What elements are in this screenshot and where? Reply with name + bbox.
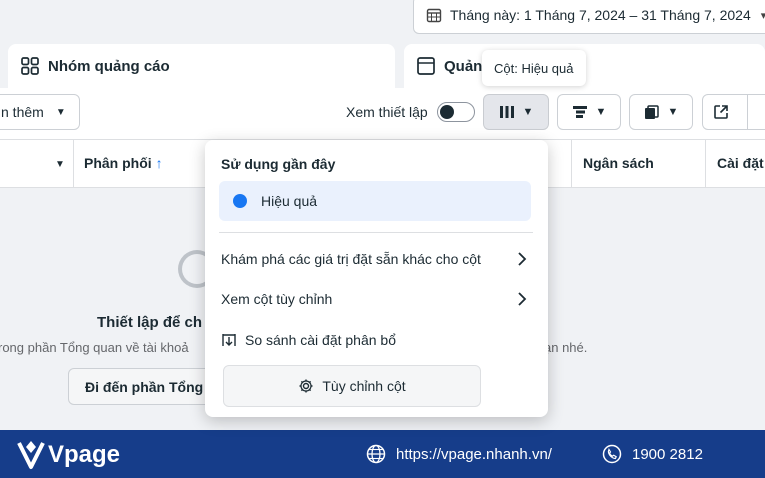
footer-banner: Vpage https://vpage.nhanh.vn/ 1900 2812 xyxy=(0,430,765,478)
column-settings[interactable]: Cài đặt xyxy=(717,155,764,171)
view-setting-label: Xem thiết lập xyxy=(346,104,428,120)
phone-icon xyxy=(602,444,622,464)
tab-label: Quản xyxy=(444,57,483,75)
column-budget[interactable]: Ngân sách xyxy=(583,155,654,171)
columns-tooltip: Cột: Hiệu quả xyxy=(482,50,586,86)
website-url: https://vpage.nhanh.vn/ xyxy=(396,445,552,463)
menu-item-label: Xem cột tùy chỉnh xyxy=(221,291,333,307)
caret-down-icon: ▼ xyxy=(667,106,679,118)
customize-columns-button[interactable]: Tùy chỉnh cột xyxy=(223,365,481,407)
more-button[interactable]: n thêm ▼ xyxy=(0,94,80,130)
view-setting-toggle[interactable] xyxy=(437,102,475,122)
menu-item-compare-allocation[interactable]: So sánh cài đặt phân bổ xyxy=(221,325,527,355)
column-divider xyxy=(73,140,74,188)
columns-icon xyxy=(499,106,514,118)
column-distribution[interactable]: Phân phối ↑ xyxy=(84,155,163,171)
square-icon xyxy=(417,57,435,75)
empty-state-description: rong phần Tổng quan về tài khoả xyxy=(0,340,189,355)
menu-item-label: Hiệu quả xyxy=(261,193,318,209)
sort-caret-icon[interactable]: ▼ xyxy=(55,159,65,170)
date-range-picker[interactable]: Tháng này: 1 Tháng 7, 2024 – 31 Tháng 7,… xyxy=(413,0,765,34)
column-divider xyxy=(705,140,706,188)
menu-item-performance[interactable]: Hiệu quả xyxy=(219,181,531,221)
menu-item-explore-presets[interactable]: Khám phá các giá trị đặt sẵn khác cho cộ… xyxy=(221,244,527,274)
sort-arrow-up-icon: ↑ xyxy=(155,155,163,171)
chevron-down-icon: ▾ xyxy=(760,9,765,22)
compare-icon xyxy=(222,334,236,346)
tab-label: Nhóm quảng cáo xyxy=(48,57,170,75)
brand-name: Vpage xyxy=(48,441,121,468)
brand-logo: Vpage xyxy=(16,439,120,471)
tab-ad-sets[interactable]: Nhóm quảng cáo xyxy=(8,44,395,88)
reports-icon xyxy=(644,104,659,119)
calendar-icon xyxy=(426,8,442,23)
button-divider xyxy=(747,94,748,130)
caret-down-icon: ▼ xyxy=(522,106,534,118)
radio-selected-icon xyxy=(233,194,247,208)
empty-state-description-tail: ạn nhé. xyxy=(544,340,588,355)
phone-number: 1900 2812 xyxy=(632,445,703,463)
chevron-right-icon xyxy=(518,292,527,306)
empty-state-title: Thiết lập để ch xyxy=(97,314,203,331)
columns-dropdown-menu: Sử dụng gần đây Hiệu quả Khám phá các gi… xyxy=(205,140,548,417)
customize-columns-label: Tùy chỉnh cột xyxy=(322,378,406,394)
menu-item-label: So sánh cài đặt phân bổ xyxy=(245,332,397,348)
globe-icon xyxy=(366,444,386,464)
breakdown-icon xyxy=(572,106,587,118)
top-band: Tháng này: 1 Tháng 7, 2024 – 31 Tháng 7,… xyxy=(0,0,765,36)
menu-divider xyxy=(219,232,533,233)
caret-down-icon: ▼ xyxy=(595,106,607,118)
reports-button[interactable]: ▼ xyxy=(629,94,693,130)
menu-item-label: Khám phá các giá trị đặt sẵn khác cho cộ… xyxy=(221,251,481,267)
export-button[interactable]: ▼ xyxy=(702,94,765,130)
toggle-knob xyxy=(440,105,454,119)
grid-icon xyxy=(21,57,39,75)
chevron-right-icon xyxy=(518,252,527,266)
menu-heading: Sử dụng gần đây xyxy=(221,156,336,172)
export-icon xyxy=(714,105,728,119)
vpage-logo-icon xyxy=(17,441,45,469)
column-distribution-label: Phân phối xyxy=(84,155,152,171)
columns-button[interactable]: ▼ xyxy=(483,94,549,130)
gear-icon xyxy=(299,379,313,393)
menu-item-custom-columns[interactable]: Xem cột tùy chỉnh xyxy=(221,284,527,314)
toolbar: n thêm ▼ Xem thiết lập ▼ ▼ ▼ ▼ xyxy=(0,88,765,140)
phone-link[interactable]: 1900 2812 xyxy=(602,444,703,464)
more-label: n thêm xyxy=(1,104,44,120)
column-divider xyxy=(571,140,572,188)
website-link[interactable]: https://vpage.nhanh.vn/ xyxy=(366,444,552,464)
caret-down-icon: ▼ xyxy=(55,106,66,118)
breakdown-button[interactable]: ▼ xyxy=(557,94,621,130)
date-range-label: Tháng này: 1 Tháng 7, 2024 – 31 Tháng 7,… xyxy=(450,7,751,23)
